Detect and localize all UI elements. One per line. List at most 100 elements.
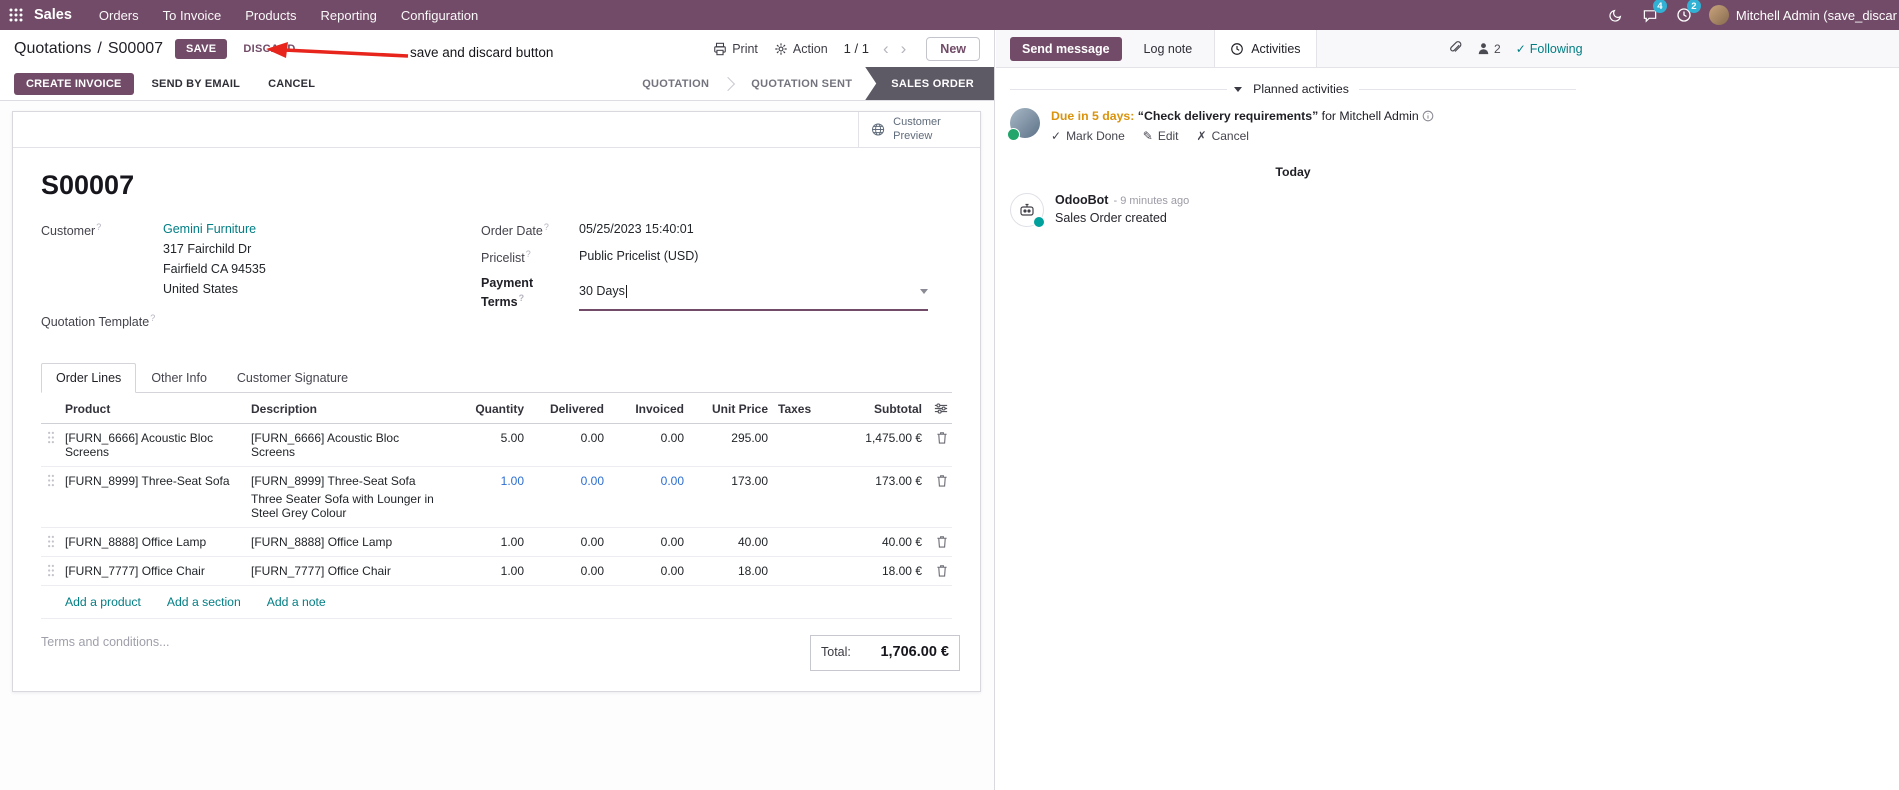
- menu-products[interactable]: Products: [234, 3, 307, 28]
- edit-activity-button[interactable]: ✎ Edit: [1143, 129, 1179, 143]
- cell-delivered[interactable]: 0.00: [524, 474, 604, 488]
- cell-quantity[interactable]: 1.00: [450, 535, 524, 549]
- cell-product[interactable]: [FURN_8999] Three-Seat Sofa: [65, 474, 251, 488]
- cell-product[interactable]: [FURN_8888] Office Lamp: [65, 535, 251, 549]
- cell-quantity[interactable]: 1.00: [450, 474, 524, 488]
- help-icon[interactable]: ?: [544, 222, 549, 232]
- send-by-email-button[interactable]: SEND BY EMAIL: [142, 73, 251, 95]
- header-quantity[interactable]: Quantity: [450, 402, 524, 416]
- stage-quotation-sent[interactable]: QUOTATION SENT: [738, 67, 865, 100]
- cell-unit-price[interactable]: 18.00: [684, 564, 768, 578]
- help-icon[interactable]: ?: [150, 313, 155, 323]
- tab-other-info[interactable]: Other Info: [136, 363, 222, 393]
- cell-delivered[interactable]: 0.00: [524, 431, 604, 445]
- delete-row-icon[interactable]: [936, 535, 948, 548]
- cell-product[interactable]: [FURN_6666] Acoustic Bloc Screens: [65, 431, 251, 459]
- cell-delivered[interactable]: 0.00: [524, 535, 604, 549]
- cell-unit-price[interactable]: 40.00: [684, 535, 768, 549]
- cell-unit-price[interactable]: 173.00: [684, 474, 768, 488]
- cell-delivered[interactable]: 0.00: [524, 564, 604, 578]
- apps-grid-icon[interactable]: [0, 0, 32, 30]
- header-invoiced[interactable]: Invoiced: [604, 402, 684, 416]
- drag-handle-icon[interactable]: [47, 474, 55, 487]
- delete-row-icon[interactable]: [936, 431, 948, 444]
- header-subtotal[interactable]: Subtotal: [818, 402, 922, 416]
- drag-handle-icon[interactable]: [47, 535, 55, 548]
- breadcrumb-parent[interactable]: Quotations: [14, 40, 91, 58]
- activities-clock-icon[interactable]: 2: [1669, 0, 1701, 28]
- discard-button[interactable]: DISCARD: [235, 39, 303, 59]
- menu-orders[interactable]: Orders: [88, 3, 150, 28]
- header-description[interactable]: Description: [251, 402, 450, 416]
- optional-columns-icon[interactable]: [934, 402, 948, 415]
- cell-description[interactable]: [FURN_8888] Office Lamp: [251, 535, 450, 549]
- message-body: Sales Order created: [1055, 211, 1167, 226]
- pager-next-icon[interactable]: ›: [897, 40, 911, 57]
- action-menu-button[interactable]: Action: [774, 42, 828, 56]
- cell-invoiced[interactable]: 0.00: [604, 431, 684, 445]
- stage-quotation[interactable]: QUOTATION: [629, 67, 722, 100]
- cancel-order-button[interactable]: CANCEL: [258, 73, 325, 95]
- save-button[interactable]: SAVE: [175, 38, 228, 59]
- header-unit-price[interactable]: Unit Price: [684, 402, 768, 416]
- menu-to-invoice[interactable]: To Invoice: [152, 3, 233, 28]
- cell-invoiced[interactable]: 0.00: [604, 564, 684, 578]
- cell-description[interactable]: [FURN_7777] Office Chair: [251, 564, 450, 578]
- followers-button[interactable]: 2: [1477, 42, 1501, 56]
- add-section-link[interactable]: Add a section: [167, 595, 241, 609]
- customer-preview-button[interactable]: Customer Preview: [858, 112, 980, 147]
- header-taxes[interactable]: Taxes: [768, 402, 818, 416]
- cell-description[interactable]: [FURN_8999] Three-Seat Sofa Three Seater …: [251, 474, 450, 520]
- drag-handle-icon[interactable]: [47, 431, 55, 444]
- cell-quantity[interactable]: 5.00: [450, 431, 524, 445]
- stage-sales-order-active[interactable]: SALES ORDER: [865, 67, 994, 100]
- mark-done-button[interactable]: ✓ Mark Done: [1051, 129, 1125, 143]
- cell-unit-price[interactable]: 295.00: [684, 431, 768, 445]
- header-delivered[interactable]: Delivered: [524, 402, 604, 416]
- help-icon[interactable]: ?: [96, 222, 101, 232]
- tab-customer-signature[interactable]: Customer Signature: [222, 363, 363, 393]
- planned-activities-header[interactable]: Planned activities: [1010, 82, 1577, 96]
- help-icon[interactable]: ?: [526, 249, 531, 259]
- check-icon: ✓: [1515, 41, 1526, 56]
- cancel-activity-button[interactable]: ✗ Cancel: [1197, 129, 1249, 143]
- cell-product[interactable]: [FURN_7777] Office Chair: [65, 564, 251, 578]
- help-icon[interactable]: ?: [519, 293, 525, 303]
- add-note-link[interactable]: Add a note: [267, 595, 326, 609]
- menu-reporting[interactable]: Reporting: [310, 3, 388, 28]
- message-author[interactable]: OdooBot: [1055, 193, 1108, 207]
- order-date-field[interactable]: 05/25/2023 15:40:01: [579, 221, 694, 240]
- drag-handle-icon[interactable]: [47, 564, 55, 577]
- log-note-button[interactable]: Log note: [1136, 37, 1201, 61]
- cell-quantity[interactable]: 1.00: [450, 564, 524, 578]
- activities-tab[interactable]: Activities: [1214, 30, 1317, 67]
- attachment-paperclip-icon[interactable]: [1448, 41, 1462, 56]
- pager-previous-icon[interactable]: ‹: [879, 40, 893, 57]
- header-product[interactable]: Product: [65, 402, 251, 416]
- new-record-button[interactable]: New: [926, 36, 980, 61]
- delete-row-icon[interactable]: [936, 564, 948, 577]
- pricelist-field[interactable]: Public Pricelist (USD): [579, 248, 698, 267]
- send-message-button[interactable]: Send message: [1010, 36, 1122, 61]
- cell-description[interactable]: [FURN_6666] Acoustic Bloc Screens: [251, 431, 450, 459]
- delete-row-icon[interactable]: [936, 474, 948, 487]
- terms-and-conditions-input[interactable]: Terms and conditions...: [41, 635, 170, 649]
- pager-counter: 1 / 1: [843, 41, 869, 56]
- following-button[interactable]: ✓ Following: [1516, 42, 1583, 56]
- cell-subtotal: 18.00 €: [881, 563, 922, 578]
- create-invoice-button[interactable]: CREATE INVOICE: [14, 72, 134, 95]
- dropdown-caret-icon[interactable]: [920, 288, 928, 294]
- menu-configuration[interactable]: Configuration: [390, 3, 489, 28]
- user-menu[interactable]: Mitchell Admin (save_discar: [1703, 5, 1897, 25]
- app-name[interactable]: Sales: [34, 7, 72, 23]
- payment-terms-field[interactable]: 30 Days: [579, 275, 928, 311]
- cell-invoiced[interactable]: 0.00: [604, 535, 684, 549]
- dark-mode-moon-icon[interactable]: [1601, 2, 1631, 28]
- tab-order-lines[interactable]: Order Lines: [41, 362, 137, 393]
- cell-invoiced[interactable]: 0.00: [604, 474, 684, 488]
- print-button[interactable]: Print: [713, 42, 758, 56]
- add-product-link[interactable]: Add a product: [65, 595, 141, 609]
- customer-link[interactable]: Gemini Furniture: [163, 222, 256, 236]
- info-icon[interactable]: [1422, 110, 1434, 122]
- messages-icon[interactable]: 4: [1635, 0, 1667, 28]
